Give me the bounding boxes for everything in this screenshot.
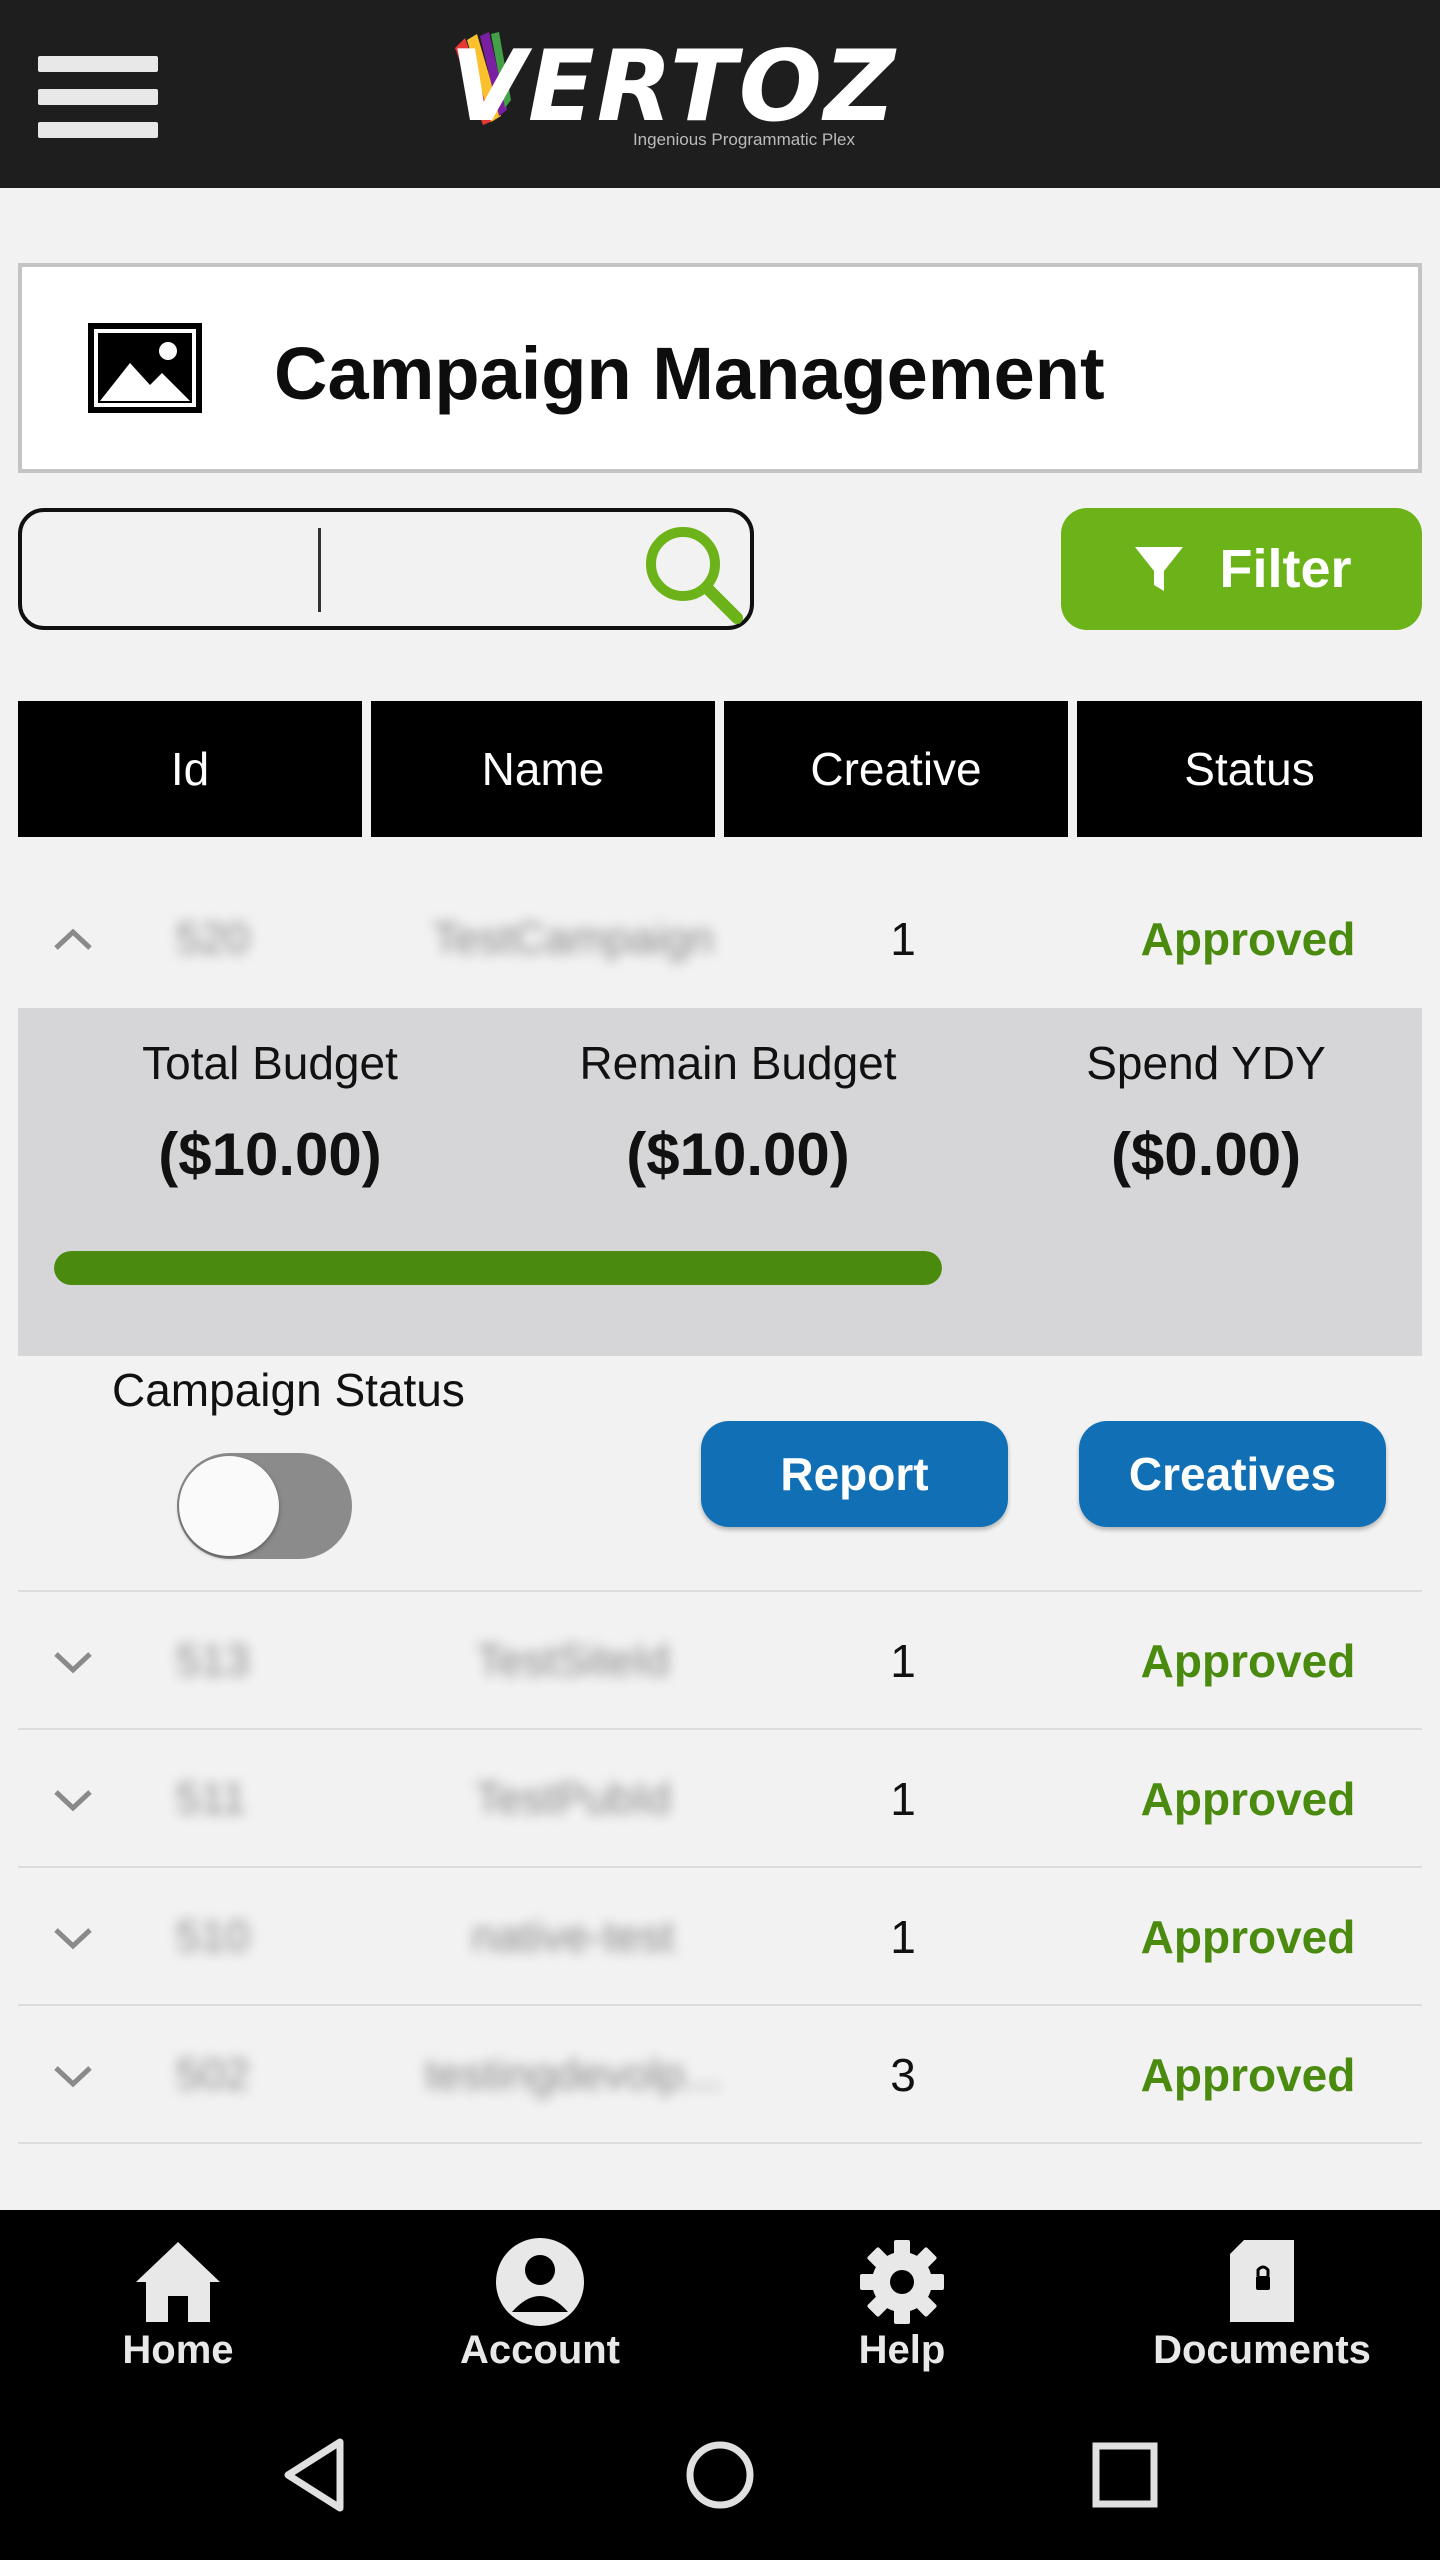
total-budget-value: ($10.00) xyxy=(158,1121,382,1188)
row-name: TestSiteId xyxy=(476,1636,670,1685)
campaign-details-panel: Total Budget ($10.00) Remain Budget ($10… xyxy=(18,1008,1422,1356)
column-header-creative[interactable]: Creative xyxy=(724,701,1068,837)
budget-progress-bar xyxy=(54,1251,942,1285)
row-creative-count: 1 xyxy=(890,1635,916,1687)
home-icon xyxy=(136,2242,220,2322)
campaign-status-toggle[interactable] xyxy=(177,1453,352,1559)
search-icon[interactable] xyxy=(637,518,745,626)
document-icon xyxy=(1230,2240,1294,2322)
table-header: Id Name Creative Status xyxy=(18,701,1422,837)
table-row[interactable]: 511 TestPubId 1 Approved xyxy=(18,1730,1422,1868)
nav-item-documents[interactable]: Documents xyxy=(1112,2210,1412,2390)
search-field[interactable] xyxy=(18,508,754,630)
remain-budget: Remain Budget ($10.00) xyxy=(528,1036,948,1189)
column-header-status[interactable]: Status xyxy=(1077,701,1422,837)
page-title: Campaign Management xyxy=(274,332,1105,415)
row-creative-count: 3 xyxy=(890,2049,916,2101)
spend-ydy-value: ($0.00) xyxy=(1110,1121,1302,1188)
total-budget-label: Total Budget xyxy=(142,1037,398,1089)
text-cursor xyxy=(318,528,321,612)
row-creative-count: 1 xyxy=(890,1911,916,1963)
back-icon[interactable] xyxy=(270,2430,360,2520)
logo-tagline: Ingenious Programmatic Plex xyxy=(632,130,855,149)
creatives-button[interactable]: Creatives xyxy=(1079,1421,1386,1527)
home-circle-icon[interactable] xyxy=(675,2430,765,2520)
row-id: 511 xyxy=(176,1774,247,1823)
spend-ydy: Spend YDY ($0.00) xyxy=(996,1036,1416,1189)
top-app-bar: VERTOZ Ingenious Programmatic Plex xyxy=(0,0,1440,188)
total-budget: Total Budget ($10.00) xyxy=(60,1036,480,1189)
spend-ydy-label: Spend YDY xyxy=(1086,1037,1326,1089)
menu-icon[interactable] xyxy=(38,56,158,138)
system-navigation-bar xyxy=(0,2390,1440,2560)
filter-label: Filter xyxy=(1219,539,1352,599)
nav-label-home: Home xyxy=(122,2328,234,2372)
row-id: 520 xyxy=(176,914,250,963)
campaign-status-label: Campaign Status xyxy=(112,1364,465,1416)
remain-budget-value: ($10.00) xyxy=(626,1121,850,1188)
row-status: Approved xyxy=(1140,2049,1356,2101)
budget-progress-fill xyxy=(54,1251,942,1285)
row-name: testingdevolp... xyxy=(425,2050,721,2099)
filter-button[interactable]: Filter xyxy=(1061,508,1422,630)
remain-budget-label: Remain Budget xyxy=(579,1037,897,1089)
toggle-knob xyxy=(179,1456,279,1556)
chevron-up-icon[interactable] xyxy=(48,914,98,964)
report-button[interactable]: Report xyxy=(701,1421,1008,1527)
app-logo: VERTOZ Ingenious Programmatic Plex xyxy=(425,30,895,160)
bottom-navigation: Home Account Help Documents xyxy=(0,2210,1440,2390)
nav-label-account: Account xyxy=(460,2328,620,2372)
row-name: TestPubId xyxy=(475,1774,671,1823)
nav-item-home[interactable]: Home xyxy=(28,2210,328,2390)
account-icon xyxy=(496,2238,584,2326)
nav-item-help[interactable]: Help xyxy=(752,2210,1052,2390)
row-status: Approved xyxy=(1140,1635,1356,1687)
chevron-down-icon[interactable] xyxy=(48,1912,98,1962)
column-header-name[interactable]: Name xyxy=(371,701,715,837)
nav-item-account[interactable]: Account xyxy=(390,2210,690,2390)
image-icon xyxy=(88,323,202,413)
logo-wordmark: VERTOZ xyxy=(450,30,898,144)
table-row[interactable]: 502 testingdevolp... 3 Approved xyxy=(18,2006,1422,2144)
page-title-card: Campaign Management xyxy=(18,263,1422,473)
row-name: native-test xyxy=(471,1912,675,1961)
row-id: 513 xyxy=(176,1636,250,1685)
row-id: 502 xyxy=(176,2050,250,2099)
table-row[interactable]: 510 native-test 1 Approved xyxy=(18,1868,1422,2006)
row-creative-count: 1 xyxy=(890,913,916,965)
nav-label-documents: Documents xyxy=(1153,2328,1371,2372)
filter-icon xyxy=(1135,547,1184,591)
nav-label-help: Help xyxy=(858,2328,946,2372)
recents-icon[interactable] xyxy=(1080,2430,1170,2520)
search-input[interactable] xyxy=(46,528,606,610)
row-name: TestCampaign xyxy=(432,914,714,963)
chevron-down-icon[interactable] xyxy=(48,2050,98,2100)
table-row[interactable]: 513 TestSiteId 1 Approved xyxy=(18,1592,1422,1730)
row-creative-count: 1 xyxy=(890,1773,916,1825)
chevron-down-icon[interactable] xyxy=(48,1774,98,1824)
row-id: 510 xyxy=(176,1912,250,1961)
chevron-down-icon[interactable] xyxy=(48,1636,98,1686)
row-status: Approved xyxy=(1140,913,1356,965)
row-status: Approved xyxy=(1140,1911,1356,1963)
gear-icon xyxy=(860,2240,944,2324)
table-row[interactable]: 520 TestCampaign 1 Approved xyxy=(18,870,1422,1008)
row-status: Approved xyxy=(1140,1773,1356,1825)
column-header-id[interactable]: Id xyxy=(18,701,362,837)
